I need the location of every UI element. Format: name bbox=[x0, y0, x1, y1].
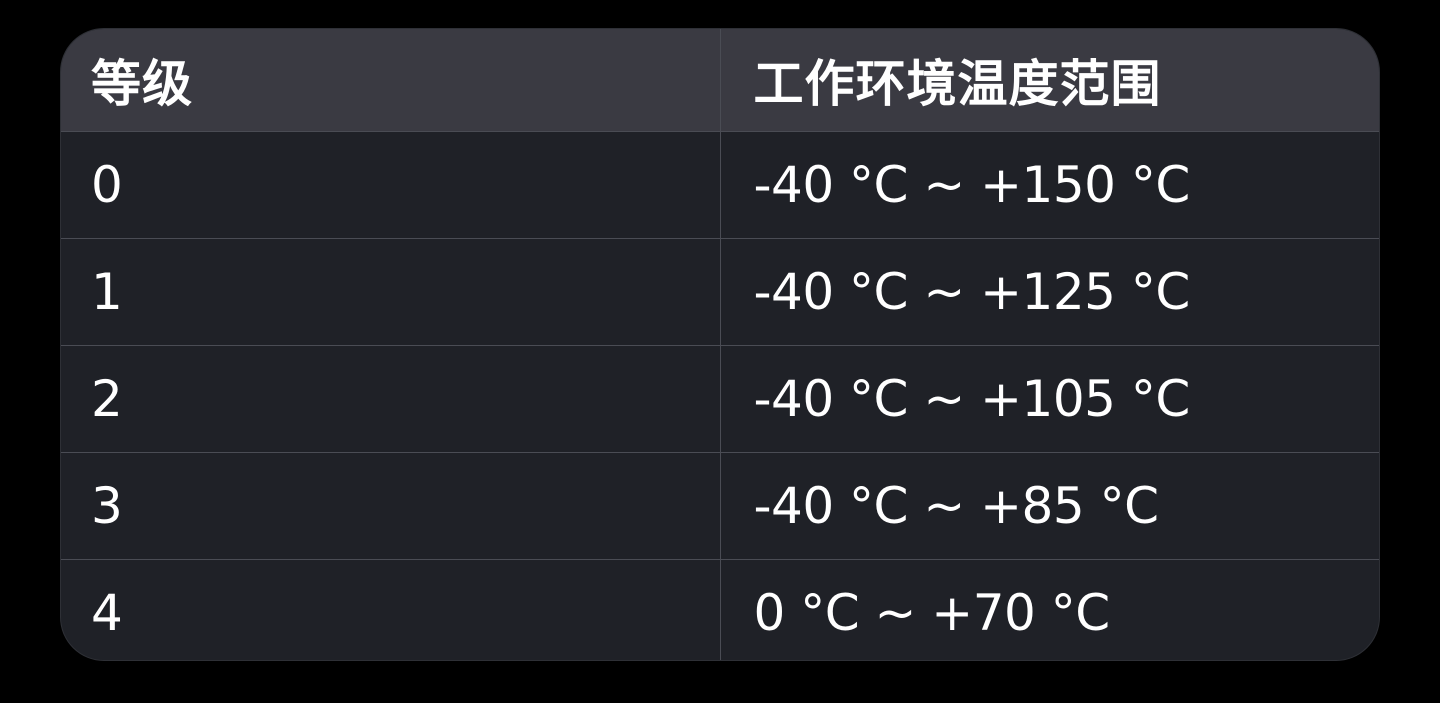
grade-cell: 1 bbox=[61, 238, 721, 346]
table-body: 0 -40 °C ~ +150 °C 1 -40 °C ~ +125 °C 2 … bbox=[61, 131, 1379, 660]
header-grade: 等级 bbox=[61, 29, 721, 132]
grade-cell: 0 bbox=[61, 131, 721, 239]
grade-temperature-table: 等级 工作环境温度范围 0 -40 °C ~ +150 °C 1 -40 °C … bbox=[60, 28, 1380, 661]
table-row: 0 -40 °C ~ +150 °C bbox=[61, 131, 1379, 239]
temperature-range-cell: -40 °C ~ +85 °C bbox=[720, 452, 1379, 560]
table-header: 等级 工作环境温度范围 bbox=[61, 29, 1379, 132]
grade-cell: 4 bbox=[61, 559, 721, 660]
temperature-range-cell: -40 °C ~ +150 °C bbox=[720, 131, 1379, 239]
table-row: 4 0 °C ~ +70 °C bbox=[61, 559, 1379, 660]
table: 等级 工作环境温度范围 0 -40 °C ~ +150 °C 1 -40 °C … bbox=[61, 29, 1379, 660]
table-row: 3 -40 °C ~ +85 °C bbox=[61, 452, 1379, 560]
grade-cell: 3 bbox=[61, 452, 721, 560]
temperature-range-cell: 0 °C ~ +70 °C bbox=[753, 583, 1111, 642]
header-row: 等级 工作环境温度范围 bbox=[61, 29, 1379, 132]
temperature-range-cell: -40 °C ~ +105 °C bbox=[720, 345, 1379, 453]
temperature-range-cell: -40 °C ~ +125 °C bbox=[720, 238, 1379, 346]
table-row: 2 -40 °C ~ +105 °C bbox=[61, 345, 1379, 453]
grade-cell: 2 bbox=[61, 345, 721, 453]
table-row: 1 -40 °C ~ +125 °C bbox=[61, 238, 1379, 346]
header-temperature-range: 工作环境温度范围 bbox=[720, 29, 1379, 132]
